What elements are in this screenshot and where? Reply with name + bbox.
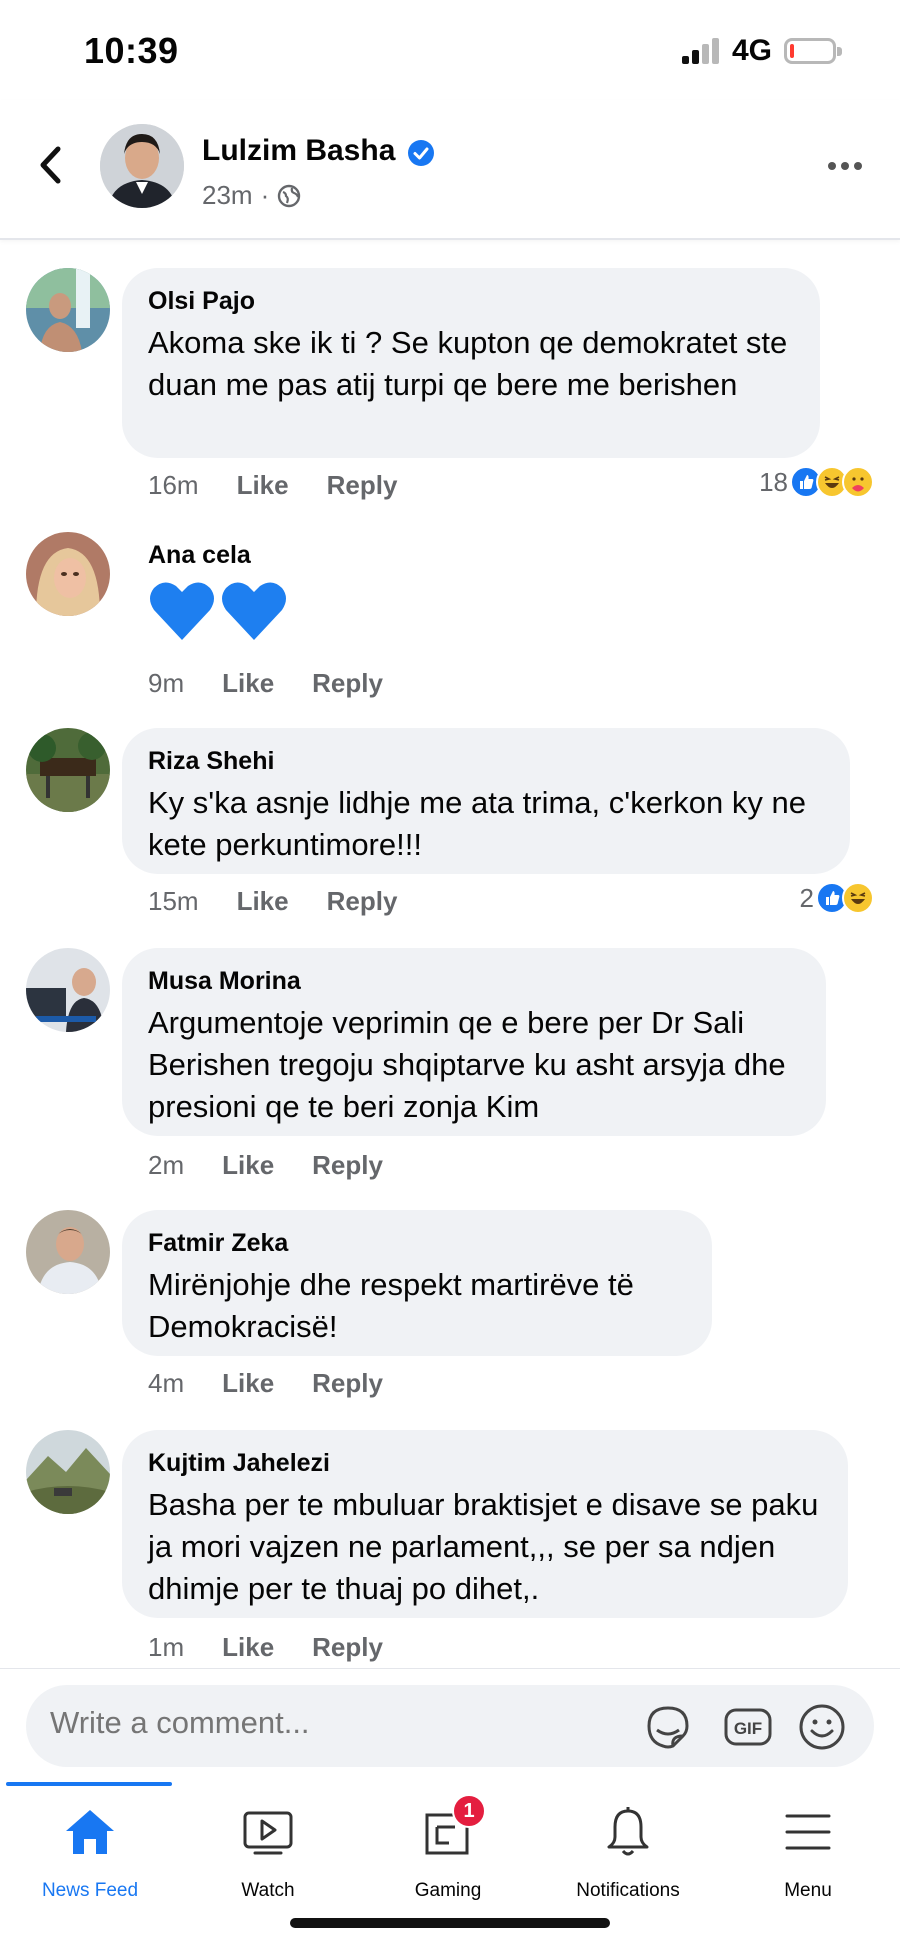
gif-icon[interactable]: GIF [722, 1701, 774, 1753]
status-time: 10:39 [84, 30, 179, 71]
like-button[interactable]: Like [222, 1632, 274, 1663]
comment-actions: 15m Like Reply [148, 886, 397, 917]
tab-menu[interactable]: Menu [718, 1800, 898, 1920]
tab-label: Menu [784, 1880, 832, 1901]
more-options-button[interactable] [828, 162, 862, 170]
chevron-left-icon [40, 146, 61, 184]
comment-time: 4m [148, 1368, 185, 1398]
reply-button[interactable]: Reply [312, 1150, 383, 1181]
tab-label: News Feed [41, 1880, 139, 1901]
comment-time: 15m [148, 886, 199, 916]
comment-emoji-text: 💙💙 [148, 574, 288, 659]
reply-button[interactable]: Reply [312, 668, 383, 699]
like-button[interactable]: Like [222, 668, 274, 699]
reaction-summary[interactable]: 2 [800, 882, 874, 914]
comment-bubble[interactable]: Olsi Pajo Akoma ske ik ti ? Se kupton qe… [122, 268, 820, 458]
comment-author[interactable]: Ana cela [148, 540, 288, 570]
tab-gaming[interactable]: 1 Gaming [358, 1794, 538, 1920]
comment-input[interactable] [50, 1705, 610, 1741]
reaction-count: 18 [759, 466, 788, 497]
gaming-icon: 1 [416, 1794, 486, 1864]
comment-bubble[interactable]: Musa Morina Argumentoje veprimin qe e be… [122, 948, 826, 1136]
comment-text: Argumentoje veprimin qe e bere per Dr Sa… [148, 1005, 786, 1124]
comment-actions: 4m Like Reply [148, 1368, 383, 1399]
care-reaction-icon [842, 466, 874, 498]
post-time: 23m [202, 180, 253, 210]
battery-icon [784, 38, 842, 64]
commenter-avatar[interactable] [26, 1210, 110, 1294]
commenter-avatar[interactable] [26, 268, 110, 352]
comment-time: 1m [148, 1632, 185, 1662]
commenter-avatar[interactable] [26, 948, 110, 1032]
reply-button[interactable]: Reply [312, 1368, 383, 1399]
comment-author[interactable]: Fatmir Zeka [148, 1228, 686, 1258]
commenter-avatar[interactable] [26, 728, 110, 812]
comment-author[interactable]: Olsi Pajo [148, 286, 794, 316]
home-indicator [290, 1918, 610, 1928]
watch-icon [236, 1800, 300, 1864]
verified-badge-icon [408, 140, 434, 166]
comment-bubble[interactable]: Kujtim Jahelezi Basha per te mbuluar bra… [122, 1430, 848, 1618]
comment-actions: 2m Like Reply [148, 1150, 383, 1181]
comment-bubble[interactable]: Riza Shehi Ky s'ka asnje lidhje me ata t… [122, 728, 850, 874]
comment-time: 2m [148, 1150, 185, 1180]
home-icon [58, 1800, 122, 1864]
network-type: 4G [732, 34, 773, 67]
tab-label: Gaming [414, 1880, 482, 1901]
tab-label: Watch [241, 1880, 295, 1901]
commenter-avatar[interactable] [26, 1430, 110, 1514]
author-avatar[interactable] [100, 124, 184, 208]
tab-label: Notifications [576, 1880, 680, 1901]
like-button[interactable]: Like [222, 1368, 274, 1399]
author-name[interactable]: Lulzim Basha [202, 134, 395, 168]
sticker-icon[interactable] [642, 1701, 694, 1753]
comment-author[interactable]: Riza Shehi [148, 746, 824, 776]
tab-notifications[interactable]: Notifications [538, 1800, 718, 1920]
tab-news-feed[interactable]: News Feed [0, 1800, 180, 1920]
signal-icon [682, 36, 722, 64]
reaction-summary[interactable]: 18 [759, 466, 874, 498]
active-tab-indicator [6, 1782, 172, 1786]
reaction-count: 2 [799, 882, 814, 913]
comment-composer: GIF [0, 1668, 900, 1778]
like-button[interactable]: Like [222, 1150, 274, 1181]
haha-reaction-icon [842, 882, 874, 914]
comment-text: Akoma ske ik ti ? Se kupton qe demokrate… [148, 325, 788, 402]
comment-author[interactable]: Kujtim Jahelezi [148, 1448, 822, 1478]
menu-icon [776, 1800, 840, 1864]
status-bar: 10:39 4G [0, 0, 900, 100]
reply-button[interactable]: Reply [312, 1632, 383, 1663]
blue-heart-icons [150, 582, 286, 640]
comment-time: 16m [148, 470, 199, 500]
comment-text: Basha per te mbuluar braktisjet e disave… [148, 1487, 819, 1606]
reply-button[interactable]: Reply [327, 886, 398, 917]
commenter-avatar[interactable] [26, 532, 110, 616]
meta-separator: · [260, 180, 270, 210]
back-button[interactable] [30, 140, 70, 190]
comment-bubble[interactable]: Fatmir Zeka Mirënjohje dhe respekt marti… [122, 1210, 712, 1356]
emoji-icon[interactable] [796, 1701, 848, 1753]
comment-input-container[interactable]: GIF [26, 1685, 874, 1767]
comment-text: Ky s'ka asnje lidhje me ata trima, c'ker… [148, 785, 806, 862]
comment-time: 9m [148, 668, 185, 698]
reply-button[interactable]: Reply [327, 470, 398, 501]
post-header: Lulzim Basha 23m · [0, 100, 900, 240]
like-button[interactable]: Like [237, 886, 289, 917]
svg-text:GIF: GIF [734, 1719, 762, 1738]
comment-actions: 9m Like Reply [148, 668, 383, 699]
comment-actions: 1m Like Reply [148, 1632, 383, 1663]
post-meta: 23m · [202, 180, 301, 211]
globe-icon [278, 184, 301, 207]
bell-icon [596, 1800, 660, 1864]
like-button[interactable]: Like [237, 470, 289, 501]
comment-author[interactable]: Musa Morina [148, 966, 800, 996]
tab-watch[interactable]: Watch [178, 1800, 358, 1920]
comment-actions: 16m Like Reply [148, 470, 397, 501]
notification-badge: 1 [452, 1794, 486, 1828]
comment-text: Mirënjohje dhe respekt martirëve të Demo… [148, 1267, 634, 1344]
